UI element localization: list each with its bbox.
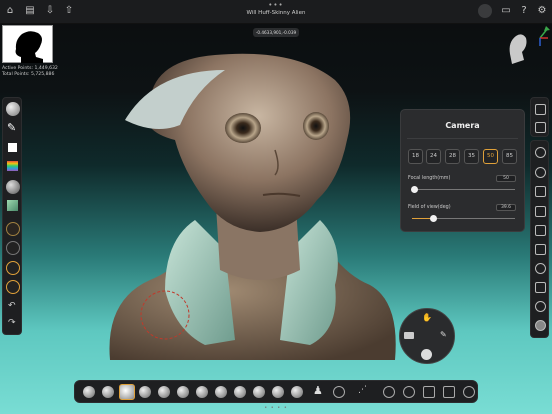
top-bar: ⌂ ▤ ⇩ ⇧ ••• Will Huff-Skinny Alien ▭ ? ⚙ [0,0,552,24]
frame-select-icon[interactable] [443,386,455,398]
brush-scrape[interactable] [234,386,246,398]
figure-icon[interactable]: ♟ [313,384,323,397]
total-points-text: Total Points: 5,725,886 [2,72,55,77]
material-ball-icon[interactable] [6,102,20,116]
focal-length-knob[interactable] [411,186,418,193]
vr-icon[interactable]: ▭ [500,5,512,17]
smooth-icon[interactable] [421,349,432,360]
brush-icon[interactable]: ✎ [440,330,447,339]
brush-smooth[interactable] [291,386,303,398]
brush-size-dial[interactable] [6,222,20,236]
mask-icon[interactable] [535,225,546,236]
window-menu-dots[interactable]: ••• [0,1,552,9]
falloff-dial[interactable] [6,261,20,275]
sculpt-viewport[interactable] [95,40,425,380]
fov-knob[interactable] [430,215,437,222]
focal-preset-18[interactable]: 18 [408,149,423,164]
radial-menu[interactable]: ✋ ✎ [399,308,455,364]
lighting-icon[interactable] [535,301,546,312]
focal-length-slider[interactable] [411,186,515,193]
document-title: Will Huff-Skinny Alien [246,10,306,16]
symmetry-icon[interactable] [535,206,546,217]
layers-stack-icon[interactable] [535,122,546,133]
duplicate-icon[interactable] [535,282,546,293]
help-icon[interactable]: ? [518,5,530,17]
focal-preset-28[interactable]: 28 [445,149,460,164]
right-toolbar-top [530,97,549,137]
divider [407,138,518,139]
brush-crease[interactable] [158,386,170,398]
brush-active[interactable] [119,384,135,400]
stroke-icon[interactable]: ✎ [7,122,16,133]
focal-preset-85[interactable]: 85 [502,149,517,164]
avatar-icon[interactable] [478,4,492,18]
frame-icon[interactable] [535,244,546,255]
brush-strength-dial[interactable] [6,241,20,255]
layers-icon[interactable] [7,200,18,211]
wireframe-icon[interactable] [535,263,546,274]
plus-icon[interactable] [423,386,435,398]
fov-value[interactable]: 39.6 [496,204,516,211]
brush-clay[interactable] [83,386,95,398]
focal-preset-50[interactable]: 50 [483,149,498,164]
object-list-icon[interactable] [535,104,546,115]
render-icon[interactable] [535,320,546,331]
brush-snake[interactable] [272,386,284,398]
palette-icon[interactable] [7,161,18,171]
nodes-icon[interactable]: ⋰ [358,385,367,395]
brush-inflate[interactable] [139,386,151,398]
fov-slider[interactable] [412,215,515,222]
camera-panel-title: Camera [445,121,480,130]
focal-preset-24[interactable]: 24 [426,149,441,164]
camera-panel: Camera [400,109,525,232]
spiral-icon[interactable] [333,386,345,398]
coordinates-readout: -0.4633,901,-0.039 [253,28,299,37]
left-toolbar: ✎ ↶ ↷ [2,97,22,335]
matcap-icon[interactable] [6,180,20,194]
paint-icon[interactable]: ✋ [422,313,432,322]
undo-icon[interactable]: ↶ [8,301,16,311]
camera-icon[interactable] [535,147,546,158]
brush-polish[interactable] [215,386,227,398]
cube-icon[interactable] [403,386,415,398]
brush-flatten[interactable] [177,386,189,398]
timer-icon[interactable] [463,386,475,398]
focal-length-label: Focal length(mm) [408,176,451,181]
brush-standard[interactable] [102,386,114,398]
focal-shift-dial[interactable] [6,280,20,294]
move-icon[interactable] [535,167,546,178]
mask-toggle-icon[interactable] [404,332,414,339]
silhouette-thumbnail [2,25,53,63]
brush-move[interactable] [253,386,265,398]
redo-icon[interactable]: ↷ [8,318,16,328]
transform-icon[interactable] [535,186,546,197]
fov-label: Field of view(deg) [408,205,451,210]
page-dots: • • • • [264,405,288,411]
settings-icon[interactable]: ⚙ [536,5,548,17]
point-stats: Active Points: 1,449,632 Total Points: 5… [2,66,58,78]
color-swatch[interactable] [8,143,17,152]
focal-preset-35[interactable]: 35 [464,149,479,164]
orientation-gizmo[interactable] [502,24,550,74]
brush-pinch[interactable] [196,386,208,398]
right-toolbar-main [530,140,549,338]
wrench-icon[interactable] [383,386,395,398]
focal-length-value[interactable]: 50 [496,175,516,182]
brush-palette: ♟ ⋰ [74,380,478,403]
